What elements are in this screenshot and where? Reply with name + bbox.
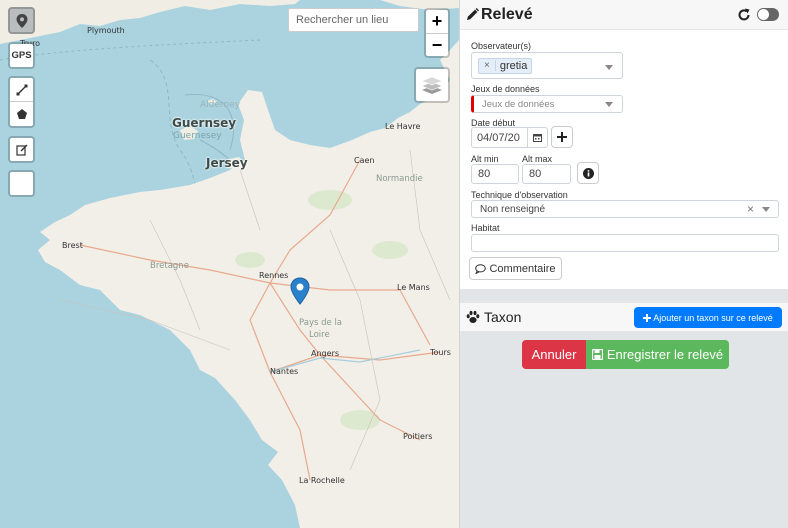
date-input[interactable]: 04/07/20 (472, 128, 527, 147)
cancel-button[interactable]: Annuler (522, 340, 586, 369)
place-label-bretagne: Bretagne (150, 261, 189, 271)
draw-toolbar (8, 76, 35, 128)
side-panel: Relevé Observateur(s) × gretia Jeux de d… (459, 0, 788, 528)
place-label-angers: Angers (311, 349, 339, 358)
releve-title: Relevé (481, 5, 533, 23)
date-picker: 04/07/20 (471, 127, 548, 148)
place-label-le-mans: Le Mans (397, 283, 430, 292)
comment-button-label: Commentaire (489, 262, 556, 275)
observer-tag: × gretia (478, 57, 533, 74)
add-date-button[interactable] (551, 126, 573, 148)
info-icon (582, 167, 594, 179)
alt-max-label: Alt max (522, 154, 553, 164)
polyline-icon (16, 84, 27, 95)
taxon-title: Taxon (484, 309, 522, 325)
datasets-label: Jeux de données (471, 84, 540, 94)
calendar-icon (533, 134, 542, 142)
paw-icon (466, 310, 480, 323)
comment-button[interactable]: Commentaire (469, 257, 562, 280)
technique-clear-icon[interactable]: × (747, 202, 754, 216)
plus-icon (557, 132, 567, 142)
edit-icon (15, 144, 27, 156)
chevron-down-icon (605, 102, 613, 107)
place-label-brest: Brest (62, 241, 83, 250)
pencil-icon (467, 8, 479, 20)
place-label-guernesey: Guernesey (173, 131, 222, 141)
technique-value: Non renseigné (480, 203, 546, 215)
draw-polyline-button[interactable] (10, 78, 33, 102)
datasets-select[interactable]: Jeux de données (471, 95, 623, 113)
place-label-la-rochelle: La Rochelle (299, 476, 345, 485)
place-label-normandie: Normandie (376, 174, 423, 184)
place-label-loire: Loire (309, 330, 330, 340)
add-taxon-label: Ajouter un taxon sur ce relevé (653, 312, 773, 323)
place-label-pays-de-la: Pays de la (299, 318, 343, 328)
observer-tag-label: gretia (499, 59, 528, 72)
habitat-input[interactable] (471, 234, 779, 252)
releve-toggle[interactable] (757, 8, 779, 21)
empty-tool-button[interactable] (8, 170, 35, 197)
edit-layers-button[interactable] (8, 136, 35, 163)
observers-select[interactable]: × gretia (471, 52, 623, 79)
technique-label: Technique d'observation (471, 190, 568, 200)
map-pin-icon (16, 13, 27, 28)
save-releve-label: Enregistrer le relevé (606, 347, 724, 362)
altitude-info-button[interactable] (577, 162, 599, 184)
zoom-control: + − (424, 8, 450, 58)
alt-min-label: Alt min (471, 154, 499, 164)
map-basemap (0, 0, 459, 528)
alt-min-input[interactable]: 80 (471, 164, 519, 184)
zoom-out-button[interactable]: − (426, 33, 448, 56)
place-label-rennes: Rennes (259, 271, 289, 280)
draw-polygon-button[interactable] (10, 102, 33, 126)
datasets-placeholder: Jeux de données (482, 98, 555, 110)
app-root: Plymouth Truro Alderney Guernsey Guernes… (0, 0, 788, 528)
place-label-le-havre: Le Havre (385, 122, 421, 131)
layers-icon (421, 76, 443, 94)
habitat-label: Habitat (471, 223, 500, 233)
place-label-poitiers: Poitiers (403, 432, 433, 441)
save-icon (591, 349, 603, 360)
technique-select[interactable]: Non renseigné × (471, 200, 779, 218)
place-label-caen: Caen (354, 156, 375, 165)
alt-max-input[interactable]: 80 (522, 164, 571, 184)
place-label-alderney: Alderney (200, 100, 241, 110)
zoom-in-button[interactable]: + (426, 10, 448, 33)
place-label-tours: Tours (430, 348, 451, 357)
chevron-down-icon (605, 65, 613, 70)
location-marker-icon[interactable] (290, 277, 310, 305)
add-taxon-button[interactable]: Ajouter un taxon sur ce relevé (634, 307, 782, 328)
polygon-icon (16, 109, 27, 119)
place-label-guernsey: Guernsey (172, 116, 237, 130)
layers-button[interactable] (414, 67, 450, 103)
releve-card: Relevé Observateur(s) × gretia Jeux de d… (460, 0, 788, 289)
place-label-plymouth: Plymouth (87, 26, 125, 35)
observer-tag-remove[interactable]: × (479, 60, 496, 71)
refresh-icon[interactable] (737, 8, 751, 22)
map-view[interactable]: Plymouth Truro Alderney Guernsey Guernes… (0, 0, 459, 528)
plus-icon (643, 313, 652, 322)
marker-tool-button[interactable] (8, 7, 35, 34)
calendar-button[interactable] (527, 128, 547, 147)
place-label-jersey: Jersey (206, 156, 248, 170)
comment-icon (475, 263, 487, 274)
save-releve-button[interactable]: Enregistrer le relevé (586, 340, 729, 369)
place-search-input[interactable] (288, 8, 419, 32)
place-label-nantes: Nantes (270, 367, 299, 376)
chevron-down-icon (762, 207, 770, 212)
observers-label: Observateur(s) (471, 41, 532, 51)
gps-button[interactable]: GPS (8, 42, 35, 69)
releve-header: Relevé (460, 0, 788, 30)
taxon-card: Taxon Ajouter un taxon sur ce relevé (460, 302, 788, 332)
